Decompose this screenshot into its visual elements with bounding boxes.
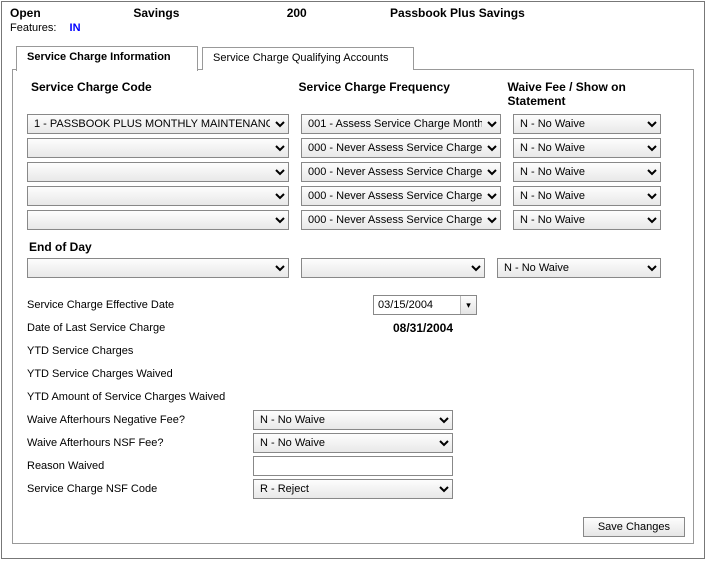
eod-waive-select[interactable]: N - No Waive [497, 258, 661, 278]
end-of-day-label: End of Day [29, 240, 683, 254]
tab-strip: Service Charge Information Service Charg… [12, 46, 694, 70]
effective-date-label: Service Charge Effective Date [27, 299, 253, 311]
waive-ah-nsf-row: Waive Afterhours NSF Fee? N - No Waive [23, 433, 683, 453]
waive-fee-select[interactable]: N - No Waive [513, 114, 661, 134]
nsf-code-row: Service Charge NSF Code R - Reject [23, 479, 683, 499]
service-charge-freq-select[interactable]: 001 - Assess Service Charge Monthly [301, 114, 501, 134]
effective-date-row: Service Charge Effective Date 03/15/2004… [23, 295, 683, 315]
eod-freq-select[interactable] [301, 258, 485, 278]
service-charge-freq-select[interactable]: 000 - Never Assess Service Charge [301, 138, 501, 158]
column-headers: Service Charge Code Service Charge Frequ… [23, 80, 683, 108]
waive-fee-select[interactable]: N - No Waive [513, 186, 661, 206]
service-charge-freq-select[interactable]: 000 - Never Assess Service Charge [301, 162, 501, 182]
effective-date-value: 03/15/2004 [378, 299, 433, 311]
waive-ah-nsf-select[interactable]: N - No Waive [253, 433, 453, 453]
eod-row: N - No Waive [23, 258, 683, 278]
service-charge-freq-select[interactable]: 000 - Never Assess Service Charge [301, 186, 501, 206]
nsf-code-label: Service Charge NSF Code [27, 483, 253, 495]
acct-type-label: Savings [133, 6, 283, 20]
ytd-sc-row: YTD Service Charges [23, 341, 683, 361]
window-frame: Open Savings 200 Passbook Plus Savings F… [1, 1, 705, 559]
waive-ah-neg-row: Waive Afterhours Negative Fee? N - No Wa… [23, 410, 683, 430]
reason-waived-input[interactable] [253, 456, 453, 476]
col-freq-header: Service Charge Frequency [299, 80, 492, 108]
last-sc-row: Date of Last Service Charge 08/31/2004 [23, 318, 683, 338]
charge-row: 000 - Never Assess Service Charge N - No… [23, 186, 683, 206]
service-charge-freq-select[interactable]: 000 - Never Assess Service Charge [301, 210, 501, 230]
charge-row: 000 - Never Assess Service Charge N - No… [23, 138, 683, 158]
effective-date-picker[interactable]: 03/15/2004 ▾ [373, 295, 477, 315]
service-charge-code-select[interactable] [27, 162, 289, 182]
features-value: IN [70, 22, 81, 34]
charge-row: 000 - Never Assess Service Charge N - No… [23, 162, 683, 182]
col-waive-header: Waive Fee / Show on Statement [508, 80, 683, 108]
features-label: Features: [10, 22, 56, 34]
ytd-sc-label: YTD Service Charges [27, 345, 253, 357]
last-sc-label: Date of Last Service Charge [27, 322, 253, 334]
acct-num-label: 200 [287, 6, 387, 20]
waive-ah-neg-select[interactable]: N - No Waive [253, 410, 453, 430]
ytd-waived-row: YTD Service Charges Waived [23, 364, 683, 384]
col-code-header: Service Charge Code [31, 80, 283, 108]
ytd-amt-waived-label: YTD Amount of Service Charges Waived [27, 391, 287, 403]
save-button[interactable]: Save Changes [583, 517, 685, 537]
service-charge-code-select[interactable] [27, 186, 289, 206]
waive-ah-nsf-label: Waive Afterhours NSF Fee? [27, 437, 253, 449]
features-row: Features: IN [2, 22, 704, 40]
service-charge-code-select[interactable]: 1 - PASSBOOK PLUS MONTHLY MAINTENANCE [27, 114, 289, 134]
tab-service-charge-info[interactable]: Service Charge Information [16, 46, 198, 71]
waive-ah-neg-label: Waive Afterhours Negative Fee? [27, 414, 253, 426]
service-charge-code-select[interactable] [27, 138, 289, 158]
ytd-waived-label: YTD Service Charges Waived [27, 368, 253, 380]
ytd-amt-waived-row: YTD Amount of Service Charges Waived [23, 387, 683, 407]
chevron-down-icon: ▾ [460, 296, 476, 314]
waive-fee-select[interactable]: N - No Waive [513, 138, 661, 158]
tab-body: Service Charge Code Service Charge Frequ… [12, 70, 694, 544]
service-charge-code-select[interactable] [27, 210, 289, 230]
reason-waived-row: Reason Waived [23, 456, 683, 476]
waive-fee-select[interactable]: N - No Waive [513, 210, 661, 230]
reason-waived-label: Reason Waived [27, 460, 253, 472]
eod-code-select[interactable] [27, 258, 289, 278]
tab-qualifying-accounts[interactable]: Service Charge Qualifying Accounts [202, 47, 414, 70]
last-sc-value: 08/31/2004 [353, 321, 493, 335]
header: Open Savings 200 Passbook Plus Savings [2, 2, 704, 22]
charge-row: 000 - Never Assess Service Charge N - No… [23, 210, 683, 230]
charge-row: 1 - PASSBOOK PLUS MONTHLY MAINTENANCE 00… [23, 114, 683, 134]
nsf-code-select[interactable]: R - Reject [253, 479, 453, 499]
status-label: Open [10, 6, 130, 20]
product-label: Passbook Plus Savings [390, 6, 525, 20]
waive-fee-select[interactable]: N - No Waive [513, 162, 661, 182]
